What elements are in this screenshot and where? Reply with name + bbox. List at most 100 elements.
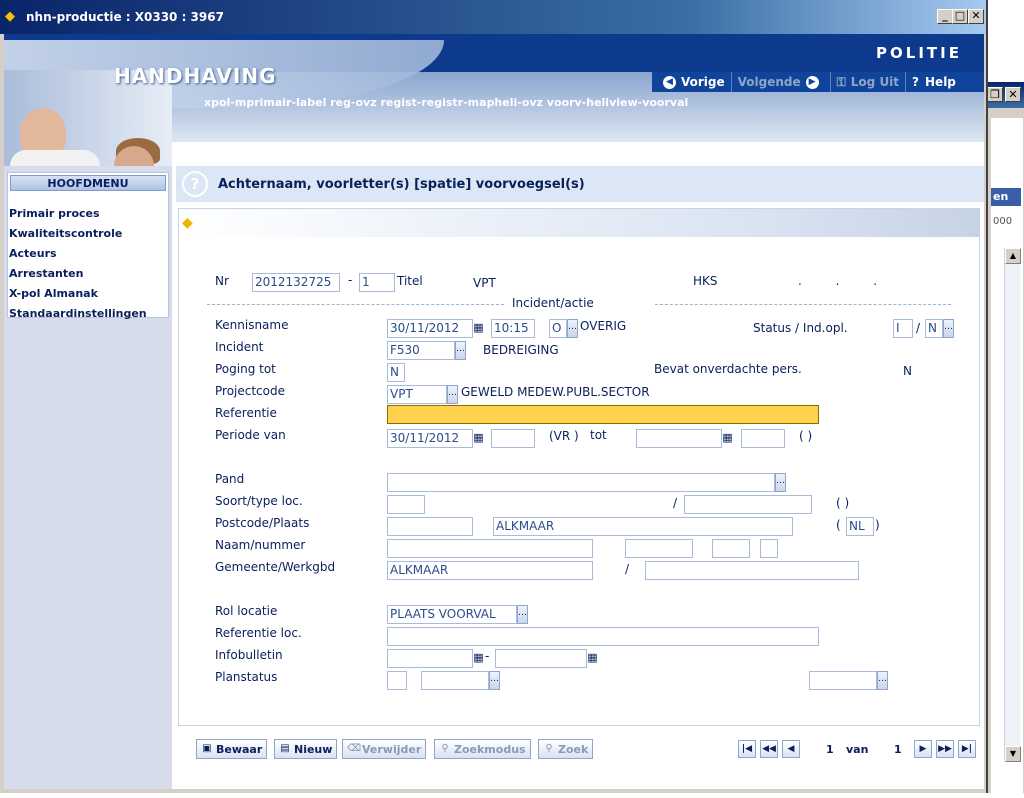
indopl-field[interactable]: N xyxy=(925,319,943,338)
planstatus-field[interactable] xyxy=(387,671,407,690)
soort-field[interactable] xyxy=(387,495,425,514)
projectcode-lookup-button[interactable]: … xyxy=(447,385,458,404)
background-restore-button[interactable]: ❐ xyxy=(987,87,1003,102)
referentie-field[interactable] xyxy=(387,405,819,424)
extra-field[interactable] xyxy=(760,539,778,558)
verwijder-button[interactable]: ⌫ Verwijder xyxy=(342,739,427,759)
werkgebied-field[interactable] xyxy=(645,561,859,580)
status-label: Status / Ind.opl. xyxy=(753,321,848,335)
infobulletin-from-field[interactable] xyxy=(387,649,473,668)
planstatus-desc-field[interactable] xyxy=(421,671,489,690)
refloc-field[interactable] xyxy=(387,627,819,646)
gemeente-field[interactable]: ALKMAAR xyxy=(387,561,593,580)
gemeente-label: Gemeente/Werkgbd xyxy=(215,560,336,574)
periode-tot-date-field[interactable] xyxy=(636,429,722,448)
status-field[interactable]: I xyxy=(893,319,913,338)
scroll-down-icon[interactable]: ▼ xyxy=(1005,746,1021,762)
periode-date-field[interactable]: 30/11/2012 xyxy=(387,429,473,448)
menu-item-kwaliteitscontrole[interactable]: Kwaliteitscontrole xyxy=(9,227,122,240)
periode-vr: (VR ) xyxy=(549,429,579,443)
menu-item-xpol-almanak[interactable]: X-pol Almanak xyxy=(9,287,98,300)
projectcode-field[interactable]: VPT xyxy=(387,385,447,404)
vorige-button[interactable]: ◀ Vorige xyxy=(652,72,732,92)
politie-logo: POLITIE xyxy=(876,44,962,62)
calendar-icon[interactable]: ▦ xyxy=(473,430,484,447)
planstatus-extra-lookup-button[interactable]: … xyxy=(877,671,888,690)
menu-item-standaardinstellingen[interactable]: Standaardinstellingen xyxy=(9,307,147,320)
type-loc-field[interactable] xyxy=(684,495,812,514)
current-page: 1 xyxy=(826,743,834,756)
logout-label: Log Uit xyxy=(850,75,900,89)
menu-item-primair-proces[interactable]: Primair proces xyxy=(9,207,100,220)
plaats-field[interactable]: ALKMAAR xyxy=(493,517,793,536)
prev-page-icon[interactable]: ◀ xyxy=(782,740,800,758)
application-client: HANDHAVING POLITIE ◀ Vorige Volgende ▶ ⚿ Lo… xyxy=(4,34,984,789)
new-document-icon: ▤ xyxy=(280,743,290,754)
minimize-button[interactable]: _ xyxy=(937,9,953,24)
trash-icon: ⌫ xyxy=(347,743,362,754)
zoek-button[interactable]: ⚲ Zoek xyxy=(538,739,594,759)
logout-button[interactable]: ⚿ Log Uit xyxy=(831,72,907,92)
background-scrollbar[interactable]: ▲ ▼ xyxy=(1004,248,1021,762)
pand-field[interactable] xyxy=(387,473,775,492)
last-page-icon[interactable]: ▶| xyxy=(958,740,976,758)
bewaar-button[interactable]: ▣ Bewaar xyxy=(196,739,268,759)
nummer-field[interactable] xyxy=(625,539,693,558)
nr-field[interactable]: 2012132725 xyxy=(252,273,340,292)
naam-field[interactable] xyxy=(387,539,593,558)
next-fast-icon[interactable]: ▶▶ xyxy=(936,740,954,758)
status-lookup-button[interactable]: … xyxy=(943,319,954,338)
poging-field[interactable]: N xyxy=(387,363,405,382)
land-field[interactable]: NL xyxy=(846,517,874,536)
menu-item-acteurs[interactable]: Acteurs xyxy=(9,247,57,260)
rol-lookup-button[interactable]: … xyxy=(517,605,528,624)
postcode-field[interactable] xyxy=(387,517,473,536)
kennisname-lookup-button[interactable]: … xyxy=(567,319,578,338)
periode-tot-time-field[interactable] xyxy=(741,429,785,448)
periode-paren: ( ) xyxy=(799,429,813,443)
key-icon: ⚿ xyxy=(836,74,846,89)
kennisname-time-field[interactable]: 10:15 xyxy=(491,319,535,338)
calendar-icon[interactable]: ▦ xyxy=(722,430,733,447)
infobulletin-dash: - xyxy=(485,649,490,663)
maximize-button[interactable]: □ xyxy=(952,9,968,24)
kennisname-date-field[interactable]: 30/11/2012 xyxy=(387,319,473,338)
infobulletin-to-field[interactable] xyxy=(495,649,587,668)
arrow-left-icon: ◀ xyxy=(663,75,676,89)
bevat-label: Bevat onverdachte pers. xyxy=(654,362,802,376)
kennisname-code-field[interactable]: O xyxy=(549,319,567,338)
pand-lookup-button[interactable]: … xyxy=(775,473,786,492)
first-page-icon[interactable]: |◀ xyxy=(738,740,756,758)
calendar-icon[interactable]: ▦ xyxy=(473,650,484,667)
planstatus-lookup-button[interactable]: … xyxy=(489,671,500,690)
background-tab[interactable]: en xyxy=(991,188,1021,206)
app-header: HANDHAVING POLITIE ◀ Vorige Volgende ▶ ⚿ Lo… xyxy=(4,34,984,186)
volgende-label: Volgende xyxy=(737,75,801,89)
help-button[interactable]: ? Help xyxy=(906,72,962,92)
nr-sub-field[interactable]: 1 xyxy=(359,273,395,292)
menu-item-arrestanten[interactable]: Arrestanten xyxy=(9,267,83,280)
next-page-icon[interactable]: ▶ xyxy=(914,740,932,758)
rol-field[interactable]: PLAATS VOORVAL xyxy=(387,605,517,624)
calendar-icon[interactable]: ▦ xyxy=(587,650,598,667)
planstatus-extra-field[interactable] xyxy=(809,671,877,690)
background-close-button[interactable]: ✕ xyxy=(1005,87,1021,102)
main-menu: HOOFDMENU Primair proces Kwaliteitscontr… xyxy=(7,172,169,320)
calendar-icon[interactable]: ▦ xyxy=(473,320,484,337)
nieuw-button[interactable]: ▤ Nieuw xyxy=(274,739,338,759)
zoekmodus-button[interactable]: ⚲ Zoekmodus xyxy=(434,739,531,759)
volgende-button[interactable]: Volgende ▶ xyxy=(732,72,831,92)
infobulletin-label: Infobulletin xyxy=(215,648,283,662)
incident-lookup-button[interactable]: … xyxy=(455,341,466,360)
help-label: Help xyxy=(925,75,956,89)
window-title: nhn-productie : X0330 : 3967 xyxy=(26,10,224,24)
toevoeging-field[interactable] xyxy=(712,539,750,558)
top-navigation: ◀ Vorige Volgende ▶ ⚿ Log Uit ? Help xyxy=(652,72,984,92)
window-titlebar[interactable]: ◆ nhn-productie : X0330 : 3967 _ □ ✕ xyxy=(0,0,986,34)
scroll-up-icon[interactable]: ▲ xyxy=(1005,248,1021,264)
close-button[interactable]: ✕ xyxy=(968,9,984,24)
binoculars-icon: ⚲ xyxy=(441,743,449,754)
periode-time-field[interactable] xyxy=(491,429,535,448)
incident-code-field[interactable]: F530 xyxy=(387,341,455,360)
prev-fast-icon[interactable]: ◀◀ xyxy=(760,740,778,758)
